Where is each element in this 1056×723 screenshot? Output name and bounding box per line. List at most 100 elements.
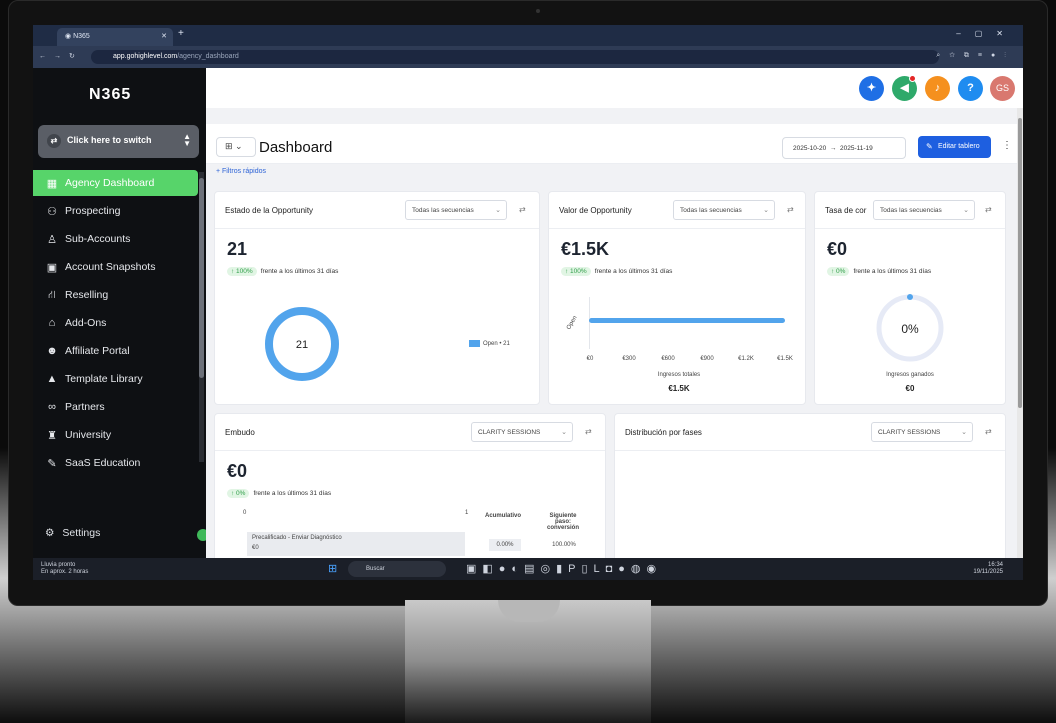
window-controls[interactable]: –▢✕ bbox=[956, 29, 1017, 38]
bell-icon[interactable]: ♪ bbox=[925, 76, 950, 101]
sidebar-item-agency-dashboard[interactable]: ▦ Agency Dashboard bbox=[33, 170, 198, 196]
layout-switcher-button[interactable]: ⊞ ⌄ bbox=[216, 137, 256, 157]
settings-item[interactable]: ⚙ Settings bbox=[45, 527, 100, 539]
card-divider bbox=[215, 228, 539, 229]
sidebar-scrollbar[interactable] bbox=[199, 172, 204, 462]
magic-icon[interactable]: ✦ bbox=[859, 76, 884, 101]
webcam bbox=[536, 9, 540, 13]
gear-icon: ⚙ bbox=[45, 527, 55, 539]
users-icon: ⚇ bbox=[47, 206, 57, 218]
next-step-header: Siguiente paso: conversión bbox=[546, 513, 579, 531]
change-badge: ↑ 0% bbox=[827, 267, 850, 276]
chevron-down-icon: ⌄ bbox=[495, 207, 501, 214]
stage-value: €0 bbox=[252, 545, 259, 551]
close-tab-icon[interactable]: ✕ bbox=[161, 32, 167, 40]
total-value: €1.5K bbox=[668, 384, 690, 393]
metric-value: €0 bbox=[827, 239, 848, 259]
swap-icon[interactable]: ⇄ bbox=[585, 427, 592, 436]
sidebar-item-label: Agency Dashboard bbox=[65, 177, 155, 189]
sidebar-item-label: Affiliate Portal bbox=[65, 345, 130, 357]
new-tab-button[interactable]: + bbox=[178, 28, 184, 39]
sidebar-item-sub-accounts[interactable]: ♙ Sub-Accounts bbox=[33, 226, 198, 252]
opportunity-value-card: Valor de Opportunity Todas las secuencia… bbox=[548, 191, 806, 405]
account-switcher[interactable]: ⇄ Click here to switch ▲ ▼ bbox=[38, 125, 199, 158]
change-badge: ↑ 100% bbox=[561, 267, 591, 276]
date-to: 2025-11-19 bbox=[839, 145, 873, 152]
sidebar-item-label: Account Snapshots bbox=[65, 261, 156, 273]
sidebar-item-reselling[interactable]: ⛙ Reselling bbox=[33, 282, 198, 308]
browser-toolbar-icons[interactable]: ⌕☆⧉≡●⋮ bbox=[936, 52, 1015, 60]
help-icon[interactable]: ? bbox=[958, 76, 983, 101]
avatar[interactable]: GS bbox=[990, 76, 1015, 101]
taskbar-app-icons[interactable]: ▣◧●◐▤◎▮P▯L◘●◍◉ bbox=[466, 562, 662, 575]
quick-filters-link[interactable]: + Filtros rápidos bbox=[216, 168, 266, 175]
sidebar-item-add-ons[interactable]: ⌂ Add-Ons bbox=[33, 310, 198, 336]
navigation-buttons[interactable]: ←→↻ bbox=[39, 52, 83, 60]
scrollbar-thumb[interactable] bbox=[199, 178, 204, 378]
sidebar: N365 ⇄ Click here to switch ▲ ▼ ▦ Agency D… bbox=[33, 68, 209, 558]
sidebar-item-saas-education[interactable]: ✎ SaaS Education bbox=[33, 450, 198, 476]
stack-icon: ▲ bbox=[46, 373, 58, 385]
donut-value: 21 bbox=[295, 339, 309, 351]
logo: N365 bbox=[89, 86, 132, 103]
sidebar-item-label: University bbox=[65, 429, 112, 441]
metric-value: 21 bbox=[227, 239, 248, 259]
date-range-picker[interactable]: 2025-10-20 → 2025-11-19 bbox=[782, 137, 906, 159]
gauge-label: Ingresos ganados bbox=[886, 372, 934, 378]
swap-icon[interactable]: ⇄ bbox=[519, 205, 526, 214]
card-title: Valor de Opportunity bbox=[559, 206, 632, 215]
pipeline-select[interactable]: CLARITY SESSIONS ⌄ bbox=[471, 422, 573, 442]
sidebar-item-label: Sub-Accounts bbox=[65, 233, 131, 245]
conversion-rate-card: Tasa de cor Todas las secuencias ⌄ ⇄ €0 ↑… bbox=[814, 191, 1006, 405]
start-icon[interactable]: ⊞ bbox=[328, 562, 337, 575]
sidebar-item-label: Prospecting bbox=[65, 205, 121, 217]
sidebar-item-prospecting[interactable]: ⚇ Prospecting bbox=[33, 198, 198, 224]
pipeline-select[interactable]: CLARITY SESSIONS ⌄ bbox=[871, 422, 973, 442]
sequence-select[interactable]: Todas las secuencias ⌄ bbox=[873, 200, 975, 220]
tab-title: N365 bbox=[73, 33, 90, 40]
sidebar-item-label: SaaS Education bbox=[65, 457, 141, 469]
more-options-icon[interactable]: ⋮ bbox=[1002, 140, 1012, 151]
sidebar-item-label: Partners bbox=[65, 401, 105, 413]
edit-dashboard-button[interactable]: ✎ Editar tablero bbox=[918, 136, 991, 158]
sequence-select[interactable]: Todas las secuencias ⌄ bbox=[673, 200, 775, 220]
favicon-icon: ◉ bbox=[65, 33, 74, 40]
url-field[interactable]: app.gohighlevel.com/agency_dashboard bbox=[91, 50, 939, 64]
chevron-down-icon: ⌄ bbox=[963, 207, 969, 214]
page-title: Dashboard bbox=[259, 139, 333, 156]
sidebar-item-partners[interactable]: ∞ Partners bbox=[33, 394, 198, 420]
change-label: frente a los últimos 31 días bbox=[253, 490, 332, 497]
search-placeholder: Buscar bbox=[366, 566, 385, 572]
screen: ◉ N365 ✕ + –▢✕ ←→↻ app.gohighlevel.com/a… bbox=[33, 25, 1023, 580]
switch-label: Click here to switch bbox=[67, 135, 152, 145]
change-label: frente a los últimos 31 días bbox=[260, 268, 339, 275]
axis-zero: 0 bbox=[243, 510, 247, 516]
image-icon: ▣ bbox=[46, 262, 58, 274]
browser-tab-bar: ◉ N365 ✕ + –▢✕ bbox=[33, 25, 1023, 46]
swap-icon[interactable]: ⇄ bbox=[985, 205, 992, 214]
swap-icon[interactable]: ⇄ bbox=[787, 205, 794, 214]
taskbar-search[interactable]: Buscar bbox=[348, 561, 446, 577]
weather-title: Lluvia pronto bbox=[41, 562, 76, 568]
card-title: Embudo bbox=[225, 428, 255, 437]
top-bar: ✦ ◀ ♪ ? GS bbox=[206, 68, 1023, 108]
page-scrollbar[interactable] bbox=[1017, 108, 1023, 558]
network-icon: ⛙ bbox=[48, 289, 56, 301]
browser-tab[interactable]: ◉ N365 ✕ bbox=[57, 28, 173, 46]
change-badge: ↑ 100% bbox=[227, 267, 257, 276]
scrollbar-thumb[interactable] bbox=[1018, 118, 1022, 408]
sidebar-item-affiliate-portal[interactable]: ☻ Affiliate Portal bbox=[33, 338, 198, 364]
sidebar-item-template-library[interactable]: ▲ Template Library bbox=[33, 366, 198, 392]
legend-swatch bbox=[469, 340, 480, 347]
weather-widget[interactable]: Lluvia pronto En aprox. 2 horas bbox=[41, 562, 88, 576]
os-taskbar: Lluvia pronto En aprox. 2 horas ⊞ Buscar … bbox=[33, 558, 1023, 580]
dashboard-header: ⊞ ⌄ Dashboard 2025-10-20 → 2025-11-19 ✎ E… bbox=[206, 124, 1017, 164]
sidebar-item-university[interactable]: ♜ University bbox=[33, 422, 198, 448]
swap-icon[interactable]: ⇄ bbox=[985, 427, 992, 436]
legend-label: Open • 21 bbox=[483, 341, 510, 348]
weather-subtitle: En aprox. 2 horas bbox=[41, 569, 89, 575]
value-bar bbox=[589, 318, 785, 323]
sequence-select[interactable]: Todas las secuencias ⌄ bbox=[405, 200, 507, 220]
sidebar-item-account-snapshots[interactable]: ▣ Account Snapshots bbox=[33, 254, 198, 280]
metric-change: ↑ 0% frente a los últimos 31 días bbox=[227, 489, 331, 498]
